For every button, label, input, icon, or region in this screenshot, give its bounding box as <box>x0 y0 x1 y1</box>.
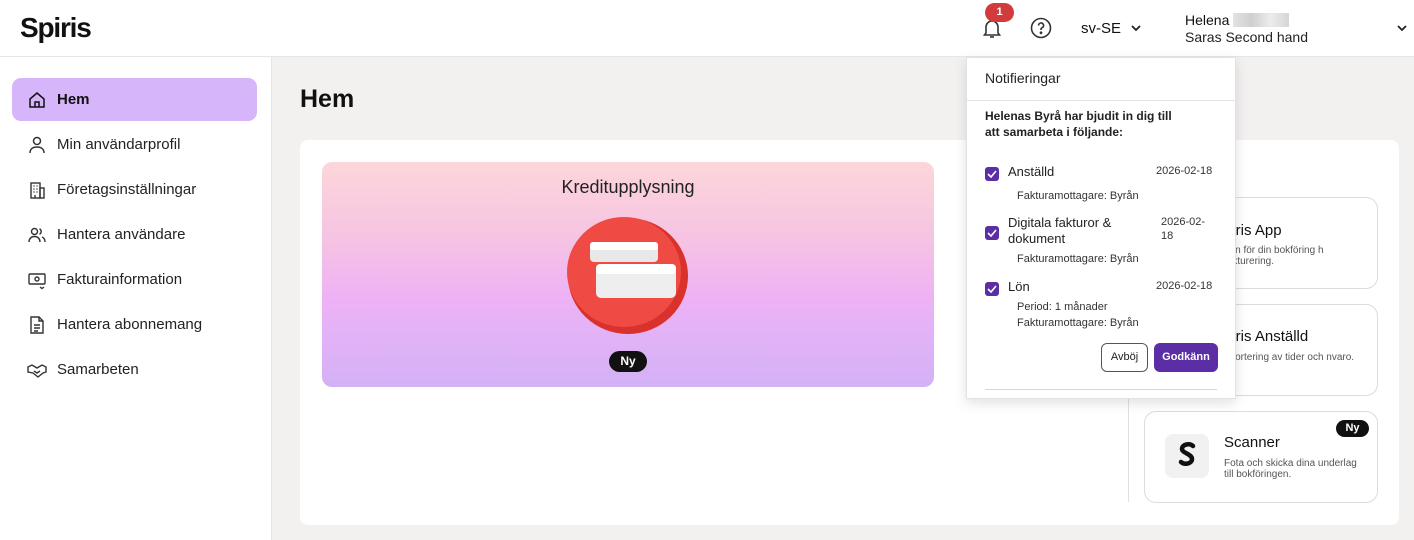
invoice-icon <box>28 272 46 289</box>
checkbox-digitala-fakturor[interactable] <box>985 226 999 240</box>
sidebar-item-label: Hem <box>57 91 90 108</box>
sidebar-item-collaborations[interactable]: Samarbeten <box>12 348 257 391</box>
credit-card-illustration-icon <box>567 217 688 334</box>
notifications-title: Notifieringar <box>985 70 1061 86</box>
sidebar-item-label: Fakturainformation <box>57 271 183 288</box>
invitation-text: Helenas Byrå har bjudit in dig till att … <box>985 109 1172 139</box>
credit-check-banner[interactable]: Kreditupplysning Ny <box>322 162 934 387</box>
home-icon <box>29 91 45 108</box>
item-detail: Period: 1 månader <box>1017 301 1108 313</box>
sidebar-item-label: Företagsinställningar <box>57 181 197 198</box>
app-desc: pportering av tider och nvaro. <box>1224 352 1355 363</box>
item-date: 2026-02-18 <box>1156 280 1213 292</box>
notification-count-badge: 1 <box>985 3 1014 22</box>
new-badge: Ny <box>1336 420 1369 437</box>
page-title: Hem <box>300 85 355 113</box>
accept-button[interactable]: Godkänn <box>1154 343 1218 372</box>
user-icon <box>29 136 45 153</box>
checkbox-lon[interactable] <box>985 282 999 296</box>
handshake-icon <box>27 363 47 378</box>
language-selector[interactable]: sv-SE <box>1081 20 1141 37</box>
check-icon <box>987 229 997 237</box>
app-desc: pen för din bokföring h fakturering. <box>1224 245 1324 267</box>
sidebar-item-invoice-info[interactable]: Fakturainformation <box>12 258 257 301</box>
app-title: piris Anställd <box>1224 328 1309 345</box>
app-title: Scanner <box>1224 434 1280 451</box>
item-date: 2026-02-18 <box>1156 165 1213 177</box>
banner-title: Kreditupplysning <box>561 177 695 197</box>
vertical-divider <box>1128 396 1129 502</box>
sidebar-item-subscriptions[interactable]: Hantera abonnemang <box>12 303 257 346</box>
sidebar-item-label: Samarbeten <box>57 361 139 378</box>
language-label: sv-SE <box>1081 20 1122 37</box>
check-icon <box>987 170 997 178</box>
item-detail: Fakturamottagare: Byrån <box>1017 190 1139 202</box>
sidebar-item-label: Hantera abonnemang <box>57 316 203 333</box>
document-icon <box>30 315 44 334</box>
item-date: 2026-02-18 <box>1161 216 1206 242</box>
sidebar-item-label: Hantera användare <box>57 226 186 243</box>
sidebar-item-label: Min användarprofil <box>57 136 181 153</box>
user-name: Helena <box>1185 12 1230 28</box>
redacted-surname <box>1233 13 1290 27</box>
top-bar: Spiris 1 sv-SE Helena Saras Second hand <box>0 0 1414 57</box>
sidebar-item-profile[interactable]: Min användarprofil <box>12 123 257 166</box>
sidebar-item-company-settings[interactable]: Företagsinställningar <box>12 168 257 211</box>
scanner-icon <box>1165 434 1209 478</box>
check-icon <box>987 285 997 293</box>
user-menu-chevron-icon[interactable] <box>1396 22 1408 34</box>
help-icon[interactable] <box>1030 17 1052 39</box>
users-icon <box>28 227 46 242</box>
spiris-logo[interactable]: Spiris <box>20 12 92 44</box>
divider <box>985 389 1217 390</box>
chevron-down-icon <box>1131 25 1141 32</box>
scanner-s-logo-icon <box>1178 442 1196 466</box>
company-name: Saras Second hand <box>1185 29 1308 45</box>
building-icon <box>30 181 45 199</box>
divider <box>967 100 1235 101</box>
sidebar-item-manage-users[interactable]: Hantera användare <box>12 213 257 256</box>
item-detail: Fakturamottagare: Byrån <box>1017 317 1139 329</box>
notifications-dropdown: Notifieringar Helenas Byrå har bjudit in… <box>966 57 1236 399</box>
sidebar: Hem Min användarprofil Företagsinställni… <box>0 57 272 540</box>
app-card-scanner[interactable]: Scanner Fota och skicka dina underlag ti… <box>1144 411 1378 503</box>
item-label: Digitala fakturor & dokument <box>1008 215 1112 246</box>
item-label: Lön <box>1008 279 1030 294</box>
new-badge: Ny <box>609 351 647 372</box>
sidebar-item-hem[interactable]: Hem <box>12 78 257 121</box>
reject-button[interactable]: Avböj <box>1101 343 1148 372</box>
item-detail: Fakturamottagare: Byrån <box>1017 253 1139 265</box>
user-menu[interactable]: Helena Saras Second hand <box>1185 12 1308 45</box>
checkbox-anstalld[interactable] <box>985 167 999 181</box>
item-label: Anställd <box>1008 164 1055 179</box>
app-desc: Fota och skicka dina underlag till bokfö… <box>1224 458 1357 480</box>
